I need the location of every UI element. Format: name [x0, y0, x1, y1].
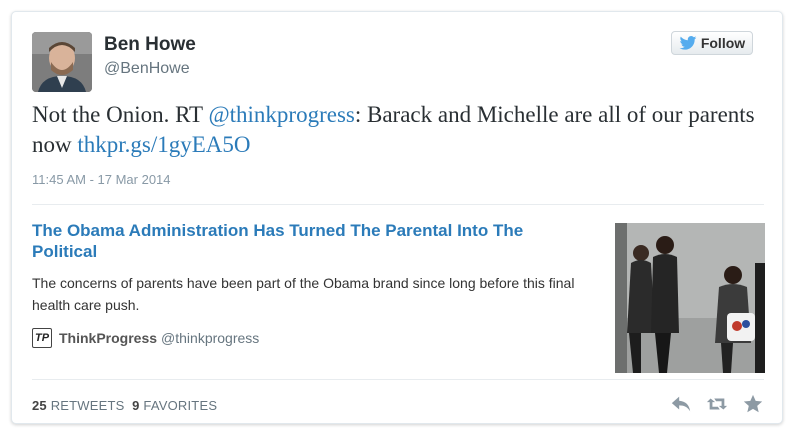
tweet-text: Not the Onion. RT @thinkprogress: Barack… [32, 100, 762, 160]
divider [32, 204, 764, 205]
summary-card-source[interactable]: TP ThinkProgress @thinkprogress [32, 328, 259, 348]
follow-button-label: Follow [700, 35, 746, 51]
mention-link[interactable]: @thinkprogress [208, 102, 354, 127]
retweets-label[interactable]: RETWEETS [51, 398, 125, 413]
twitter-bird-icon [679, 36, 697, 50]
source-name: ThinkProgress [59, 330, 158, 346]
favorites-count[interactable]: 9 [132, 398, 139, 413]
retweets-count[interactable]: 25 [32, 398, 47, 413]
tweet-stats: 25 RETWEETS 9 FAVORITES [32, 398, 217, 413]
tweet-text-prefix: Not the Onion. RT [32, 102, 209, 127]
retweet-icon[interactable] [706, 393, 728, 415]
reply-icon[interactable] [670, 393, 692, 415]
user-avatar-photo [32, 32, 92, 92]
summary-card-title[interactable]: The Obama Administration Has Turned The … [32, 220, 592, 262]
embedded-tweet-card: Ben Howe @BenHowe Follow Not the Onion. … [11, 11, 783, 424]
source-handle: @thinkprogress [161, 330, 260, 346]
divider [32, 379, 764, 380]
favorites-label[interactable]: FAVORITES [143, 398, 217, 413]
tweet-actions [670, 393, 764, 415]
favorite-icon[interactable] [742, 393, 764, 415]
summary-card-description: The concerns of parents have been part o… [32, 275, 575, 313]
tweet-timestamp[interactable]: 11:45 AM - 17 Mar 2014 [32, 172, 171, 187]
url-link[interactable]: thkpr.gs/1gyEA5O [77, 132, 250, 157]
avatar[interactable] [32, 32, 92, 92]
follow-button[interactable]: Follow [671, 31, 753, 55]
summary-card-image[interactable] [615, 223, 765, 373]
display-name[interactable]: Ben Howe [104, 34, 196, 56]
family-walking-photo [615, 223, 765, 373]
screen-name[interactable]: @BenHowe [104, 60, 190, 78]
thinkprogress-logo-icon: TP [32, 328, 52, 348]
